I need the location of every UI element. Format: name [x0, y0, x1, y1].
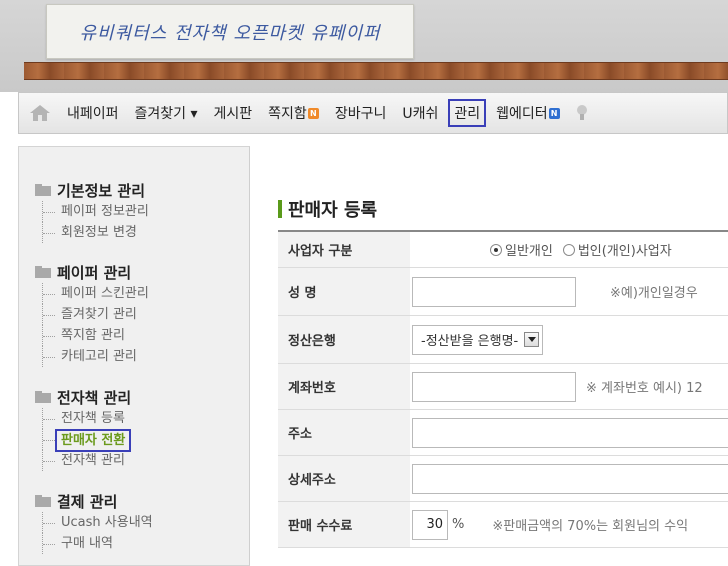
lightbulb-icon[interactable] — [576, 104, 588, 122]
new-message-badge: N — [307, 107, 319, 119]
form-row-account: 계좌번호 ※ 계좌번호 예시) 12 — [278, 364, 728, 410]
sidebar-group-title[interactable]: 전자책 관리 — [35, 386, 131, 408]
radio-individual-label[interactable]: 일반개인 — [505, 240, 553, 259]
nav-favorites[interactable]: 즐겨찾기 ▾ — [135, 103, 198, 123]
commission-label: 판매 수수료 — [278, 502, 410, 547]
folder-icon — [35, 495, 51, 507]
sidebar-item-ebook-manage[interactable]: 전자책 관리 — [35, 450, 131, 471]
bank-select-value: -정산받을 은행명- — [421, 334, 519, 349]
form-row-commission: 판매 수수료 30 % ※판매금액의 70%는 회원님의 수익 — [278, 502, 728, 548]
sidebar-group-label: 전자책 관리 — [57, 388, 132, 407]
nav-cart[interactable]: 장바구니 — [335, 103, 387, 123]
sidebar-item-ebook-register[interactable]: 전자책 등록 — [35, 408, 131, 429]
name-field-wrap: ※예)개인일경우 — [410, 276, 698, 307]
form-row-address: 주소 — [278, 410, 728, 456]
site-logo[interactable]: 유비쿼터스 전자책 오픈마켓 유페이퍼 — [46, 4, 414, 59]
form-row-address-detail: 상세주소 — [278, 456, 728, 502]
sidebar-group-title[interactable]: 페이퍼 관리 — [35, 261, 149, 283]
bank-label: 정산은행 — [278, 316, 410, 363]
address-detail-field-wrap — [410, 463, 728, 494]
commission-field-wrap: 30 % ※판매금액의 70%는 회원님의 수익 — [410, 509, 689, 540]
business-type-options: 일반개인 법인(개인)사업자 — [488, 240, 672, 259]
radio-individual[interactable] — [490, 243, 502, 256]
sidebar-group-label: 기본정보 관리 — [57, 181, 146, 200]
business-type-label: 사업자 구분 — [278, 232, 410, 267]
sidebar-item-paper-info[interactable]: 페이퍼 정보관리 — [35, 201, 149, 222]
name-input[interactable] — [412, 276, 576, 307]
name-label: 성 명 — [278, 268, 410, 315]
sidebar-item-category[interactable]: 카테고리 관리 — [35, 346, 149, 367]
address-input[interactable] — [412, 417, 728, 448]
nav-ucash[interactable]: U캐쉬 — [402, 103, 438, 123]
sidebar-item-seller-switch[interactable]: 판매자 전환 — [35, 429, 132, 452]
sidebar-group-title[interactable]: 기본정보 관리 — [35, 179, 149, 201]
radio-corporate-label[interactable]: 법인(개인)사업자 — [578, 240, 672, 259]
nav-web-editor[interactable]: 웹에디터 N — [496, 103, 560, 123]
nav-web-editor-label: 웹에디터 — [496, 106, 548, 122]
bank-select[interactable]: -정산받을 은행명- — [412, 324, 544, 355]
home-icon[interactable] — [29, 104, 51, 122]
chevron-down-icon[interactable] — [524, 332, 540, 347]
form-row-business-type: 사업자 구분 일반개인 법인(개인)사업자 — [278, 232, 728, 268]
sidebar-group-ebook: 전자책 관리 전자책 등록 판매자 전환 전자책 관리 — [35, 386, 132, 471]
nav-board[interactable]: 게시판 — [214, 103, 253, 123]
address-detail-label: 상세주소 — [278, 456, 410, 501]
form-row-name: 성 명 ※예)개인일경우 — [278, 268, 728, 316]
sidebar-group-label: 결제 관리 — [57, 492, 118, 511]
name-hint: ※예)개인일경우 — [610, 286, 698, 301]
sidebar-group-paper: 페이퍼 관리 페이퍼 스킨관리 즐겨찾기 관리 쪽지함 관리 카테고리 관리 — [35, 261, 149, 367]
commission-unit: % — [452, 517, 465, 532]
logo-text: 유비쿼터스 전자책 오픈마켓 유페이퍼 — [79, 22, 381, 44]
folder-icon — [35, 266, 51, 278]
editor-new-badge: N — [548, 107, 560, 119]
nav-messages-label: 쪽지함 — [268, 106, 307, 122]
sidebar-group-basic-info: 기본정보 관리 페이퍼 정보관리 회원정보 변경 — [35, 179, 149, 243]
address-field-wrap — [410, 417, 728, 448]
account-label: 계좌번호 — [278, 364, 410, 409]
sidebar-item-skin[interactable]: 페이퍼 스킨관리 — [35, 283, 149, 304]
folder-icon — [35, 391, 51, 403]
sidebar-item-ucash-history[interactable]: Ucash 사용내역 — [35, 512, 153, 533]
nav-manage[interactable]: 관리 — [448, 99, 487, 127]
active-item-highlight: 판매자 전환 — [55, 429, 132, 452]
wood-banner — [24, 62, 728, 80]
address-detail-input[interactable] — [412, 463, 728, 494]
account-input[interactable] — [412, 371, 576, 402]
sidebar-group-payment: 결제 관리 Ucash 사용내역 구매 내역 — [35, 490, 153, 554]
admin-sidebar: 기본정보 관리 페이퍼 정보관리 회원정보 변경 페이퍼 관리 페이퍼 스킨관리… — [18, 146, 250, 566]
sidebar-group-label: 페이퍼 관리 — [57, 263, 132, 282]
sidebar-item-favorites[interactable]: 즐겨찾기 관리 — [35, 304, 149, 325]
sidebar-item-member-info[interactable]: 회원정보 변경 — [35, 222, 149, 243]
page-title-text: 판매자 등록 — [288, 200, 378, 221]
account-hint: ※ 계좌번호 예시) 12 — [586, 381, 703, 396]
address-label: 주소 — [278, 410, 410, 455]
main-nav: 내페이퍼 즐겨찾기 ▾ 게시판 쪽지함 N 장바구니 U캐쉬 관리 웹에디터 N — [18, 92, 728, 134]
commission-hint: ※판매금액의 70%는 회원님의 수익 — [492, 519, 689, 534]
main-content: 판매자 등록 사업자 구분 일반개인 법인(개인)사업자 성 명 ※예)개인일경… — [250, 146, 728, 566]
bank-field-wrap: -정산받을 은행명- — [410, 324, 544, 355]
account-field-wrap: ※ 계좌번호 예시) 12 — [410, 371, 703, 402]
seller-registration-form: 사업자 구분 일반개인 법인(개인)사업자 성 명 ※예)개인일경우 정산은행 … — [278, 230, 728, 548]
sidebar-item-purchase-history[interactable]: 구매 내역 — [35, 533, 153, 554]
nav-messages[interactable]: 쪽지함 N — [268, 103, 319, 123]
sidebar-group-title[interactable]: 결제 관리 — [35, 490, 153, 512]
form-row-bank: 정산은행 -정산받을 은행명- — [278, 316, 728, 364]
nav-my-paper[interactable]: 내페이퍼 — [67, 103, 119, 123]
site-header: 유비쿼터스 전자책 오픈마켓 유페이퍼 — [0, 0, 728, 92]
commission-input[interactable]: 30 — [412, 509, 448, 540]
title-accent-bar — [278, 200, 282, 218]
radio-corporate[interactable] — [562, 243, 575, 256]
sidebar-item-messages[interactable]: 쪽지함 관리 — [35, 325, 149, 346]
folder-icon — [35, 184, 51, 196]
page-title: 판매자 등록 — [278, 196, 377, 222]
